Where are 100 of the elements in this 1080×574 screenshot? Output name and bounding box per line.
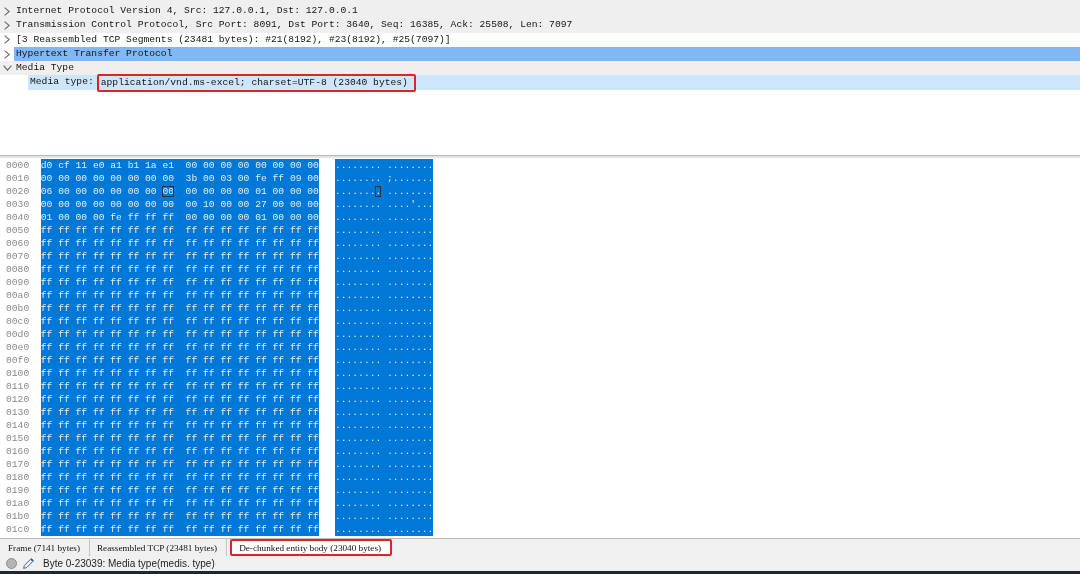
hex-bytes: ff ff ff ff ff ff ff ff ff ff ff ff ff ff ff ff bbox=[40, 302, 319, 315]
hex-bytes: ff ff ff ff ff ff ff ff ff ff ff ff ff ff ff ff bbox=[40, 237, 319, 250]
ascii-text: ........ ........ bbox=[334, 406, 434, 419]
ascii-text: ........ ........ bbox=[334, 276, 434, 289]
bytes-tab[interactable]: De-chunked entity body (23040 bytes) bbox=[230, 539, 393, 556]
offset-label: 00a0 bbox=[6, 289, 30, 302]
offset-label: 01c0 bbox=[6, 523, 30, 536]
hex-bytes: ff ff ff ff ff ff ff ff ff ff ff ff ff ff ff ff bbox=[40, 250, 319, 263]
hex-bytes: ff ff ff ff ff ff ff ff ff ff ff ff ff ff ff ff bbox=[40, 276, 319, 289]
tree-item-label: Transmission Control Protocol, Src Port: 8091, Dst Port: 3640, Seq: 16385, Ack: 25508, Len: 7097 bbox=[15, 18, 573, 33]
hex-bytes: ff ff ff ff ff ff ff ff ff ff ff ff ff ff ff ff bbox=[40, 523, 319, 536]
hex-bytes: ff ff ff ff ff ff ff ff ff ff ff ff ff ff ff ff bbox=[40, 289, 319, 302]
offset-label: 0020 bbox=[6, 185, 30, 198]
ascii-text: ........ ........ bbox=[334, 458, 434, 471]
hex-bytes: ff ff ff ff ff ff ff ff ff ff ff ff ff ff ff ff bbox=[40, 497, 319, 510]
hex-bytes: d0 cf 11 e0 a1 b1 1a e1 00 00 00 00 00 00 00 00 bbox=[40, 159, 319, 172]
ascii-text: ........ ........ bbox=[334, 211, 434, 224]
hex-bytes: ff ff ff ff ff ff ff ff ff ff ff ff ff ff ff ff bbox=[40, 224, 319, 237]
hex-bytes: ff ff ff ff ff ff ff ff ff ff ff ff ff ff ff ff bbox=[40, 380, 319, 393]
offset-label: 00c0 bbox=[6, 315, 30, 328]
ascii-text: ........ ........ bbox=[334, 367, 434, 380]
chevron-right-icon[interactable] bbox=[4, 35, 10, 45]
tree-item-label: Media Type bbox=[15, 61, 74, 76]
offset-label: 0170 bbox=[6, 458, 30, 471]
offset-label: 0160 bbox=[6, 445, 30, 458]
ascii-text: ........ ........ bbox=[334, 497, 434, 510]
offset-label: 0070 bbox=[6, 250, 30, 263]
offset-label: 0090 bbox=[6, 276, 30, 289]
hex-bytes: ff ff ff ff ff ff ff ff ff ff ff ff ff ff ff ff bbox=[40, 445, 319, 458]
ascii-text: ........ ........ bbox=[334, 263, 434, 276]
ascii-text: ........ ........ bbox=[334, 393, 434, 406]
ascii-text: ........ ........ bbox=[334, 471, 434, 484]
hex-bytes: ff ff ff ff ff ff ff ff ff ff ff ff ff ff ff ff bbox=[40, 354, 319, 367]
offset-label: 01b0 bbox=[6, 510, 30, 523]
offset-label: 0030 bbox=[6, 198, 30, 211]
offset-label: 0190 bbox=[6, 484, 30, 497]
hex-bytes: ff ff ff ff ff ff ff ff ff ff ff ff ff ff ff ff bbox=[40, 432, 319, 445]
chevron-right-icon[interactable] bbox=[4, 49, 10, 59]
tree-row[interactable]: Media Type bbox=[0, 61, 1080, 76]
chevron-right-icon[interactable] bbox=[4, 6, 10, 16]
field-value: application/vnd.ms-excel; charset=UTF-8 (23040 bytes) bbox=[96, 73, 416, 92]
hex-bytes: 00 00 00 00 00 00 00 00 3b 00 03 00 fe ff 09 00 bbox=[40, 172, 319, 185]
hex-bytes: ff ff ff ff ff ff ff ff ff ff ff ff ff ff ff ff bbox=[40, 406, 319, 419]
hex-bytes: ff ff ff ff ff ff ff ff ff ff ff ff ff ff ff ff bbox=[40, 484, 319, 497]
ascii-text: ........ ........ bbox=[334, 484, 434, 497]
hex-bytes: ff ff ff ff ff ff ff ff ff ff ff ff ff ff ff ff bbox=[40, 263, 319, 276]
offset-label: 0140 bbox=[6, 419, 30, 432]
hex-bytes: ff ff ff ff ff ff ff ff ff ff ff ff ff ff ff ff bbox=[40, 510, 319, 523]
offset-label: 00d0 bbox=[6, 328, 30, 341]
ascii-text: ........ ........ bbox=[334, 237, 434, 250]
hex-bytes: ff ff ff ff ff ff ff ff ff ff ff ff ff ff ff ff bbox=[40, 341, 319, 354]
offset-label: 0040 bbox=[6, 211, 30, 224]
ascii-text: ........ ........ bbox=[334, 445, 434, 458]
ascii-text: ........ ........ bbox=[334, 185, 434, 198]
ascii-text: ........ ........ bbox=[334, 523, 434, 536]
ascii-text: ........ ........ bbox=[334, 354, 434, 367]
ascii-text: ........ ........ bbox=[334, 224, 434, 237]
offset-label: 0010 bbox=[6, 172, 30, 185]
offset-label: 00b0 bbox=[6, 302, 30, 315]
offset-label: 00e0 bbox=[6, 341, 30, 354]
hex-bytes: ff ff ff ff ff ff ff ff ff ff ff ff ff ff ff ff bbox=[40, 393, 319, 406]
ascii-text: ........ ........ bbox=[334, 419, 434, 432]
pencil-icon[interactable] bbox=[23, 558, 34, 569]
hex-bytes: ff ff ff ff ff ff ff ff ff ff ff ff ff ff ff ff bbox=[40, 315, 319, 328]
hex-bytes: 00 00 00 00 00 00 00 00 00 10 00 00 27 00 00 00 bbox=[40, 198, 319, 211]
offset-label: 01a0 bbox=[6, 497, 30, 510]
ascii-text: ........ ........ bbox=[334, 328, 434, 341]
offset-label: 0050 bbox=[6, 224, 30, 237]
tree-row[interactable]: Internet Protocol Version 4, Src: 127.0.0.1, Dst: 127.0.0.1 bbox=[0, 4, 1080, 19]
hex-bytes: ff ff ff ff ff ff ff ff ff ff ff ff ff ff ff ff bbox=[40, 471, 319, 484]
offset-label: 0060 bbox=[6, 237, 30, 250]
hex-bytes: 01 00 00 00 fe ff ff ff 00 00 00 00 01 00 00 00 bbox=[40, 211, 319, 224]
ascii-text: ........ ........ bbox=[334, 159, 434, 172]
offset-label: 0080 bbox=[6, 263, 30, 276]
ascii-text: ........ ........ bbox=[334, 510, 434, 523]
offset-label: 0180 bbox=[6, 471, 30, 484]
offset-label: 0150 bbox=[6, 432, 30, 445]
ascii-text: ........ ........ bbox=[334, 432, 434, 445]
ascii-text: ........ ........ bbox=[334, 289, 434, 302]
ascii-text: ........ ........ bbox=[334, 302, 434, 315]
status-indicator-icon[interactable] bbox=[6, 558, 17, 569]
ascii-text: ........ ;....... bbox=[334, 172, 434, 185]
offset-label: 0100 bbox=[6, 367, 30, 380]
offset-label: 0130 bbox=[6, 406, 30, 419]
chevron-right-icon[interactable] bbox=[4, 20, 10, 30]
offset-label: 00f0 bbox=[6, 354, 30, 367]
field-label: Media type: bbox=[30, 75, 94, 90]
hex-bytes: ff ff ff ff ff ff ff ff ff ff ff ff ff ff ff ff bbox=[40, 419, 319, 432]
ascii-text: ........ ........ bbox=[334, 380, 434, 393]
tree-item-label: Internet Protocol Version 4, Src: 127.0.0.1, Dst: 127.0.0.1 bbox=[15, 4, 358, 18]
tree-row[interactable]: Transmission Control Protocol, Src Port: 8091, Dst Port: 3640, Seq: 16385, Ack: 25508, Len: 7097 bbox=[0, 18, 1080, 33]
offset-label: 0110 bbox=[6, 380, 30, 393]
ascii-text: ........ ....'... bbox=[334, 198, 434, 211]
status-text: Byte 0-23039: Media type(medis. type) bbox=[43, 556, 215, 571]
chevron-down-icon[interactable] bbox=[2, 65, 12, 72]
ascii-text: ........ ........ bbox=[334, 341, 434, 354]
hex-bytes: 06 00 00 00 00 00 00 00 00 00 00 00 01 00 00 00 bbox=[40, 185, 319, 198]
offset-label: 0000 bbox=[6, 159, 30, 172]
hex-bytes: ff ff ff ff ff ff ff ff ff ff ff ff ff ff ff ff bbox=[40, 367, 319, 380]
ascii-text: ........ ........ bbox=[334, 250, 434, 263]
